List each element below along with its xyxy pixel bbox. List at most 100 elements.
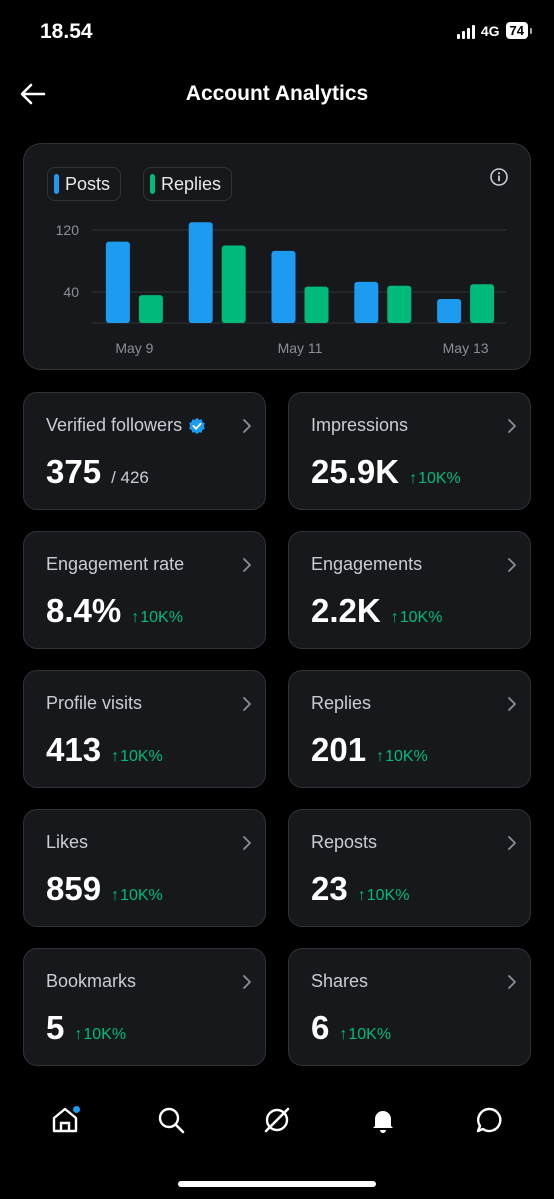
legend-posts[interactable]: Posts	[47, 167, 122, 201]
y-tick-label: 40	[63, 284, 79, 300]
metric-value: 859	[46, 870, 102, 907]
legend-replies[interactable]: Replies	[143, 167, 233, 201]
network-type: 4G	[480, 22, 500, 39]
metric-value-row: 859 ↑ 10K%	[46, 870, 163, 908]
status-bar: 18.54 4G 74	[0, 0, 554, 64]
metric-label: Engagement rate	[46, 554, 184, 575]
x-tick-label: May 13	[443, 340, 489, 356]
chevron-right-icon	[508, 975, 516, 989]
metric-total: / 426	[111, 468, 149, 487]
search-icon	[158, 1107, 185, 1134]
metric-change: ↑ 10K%	[391, 609, 443, 627]
metric-change-value: 10K%	[348, 1026, 392, 1043]
metric-label-text: Likes	[46, 832, 89, 852]
metric-card-profile-visits[interactable]: Profile visits 413 ↑ 10K%	[23, 670, 266, 788]
metric-value-row: 25.9K ↑ 10K%	[311, 453, 461, 491]
metric-change: ↑ 10K%	[131, 609, 183, 627]
bar-posts-1[interactable]	[188, 222, 213, 323]
metric-value-row: 413 ↑ 10K%	[46, 731, 163, 769]
arrow-up-icon: ↑	[111, 748, 120, 765]
nav-search[interactable]	[149, 1098, 193, 1142]
page-title: Account Analytics	[185, 82, 369, 105]
messages-icon	[476, 1107, 502, 1133]
legend-posts-label: Posts	[65, 173, 111, 194]
info-icon[interactable]	[488, 166, 510, 188]
chevron-right-icon	[508, 697, 516, 711]
chevron-right-icon	[243, 975, 251, 989]
metric-value-row: 2.2K ↑ 10K%	[311, 592, 442, 630]
metric-card-engagements[interactable]: Engagements 2.2K ↑ 10K%	[288, 531, 531, 649]
notifications-icon	[373, 1111, 393, 1133]
metric-change: ↑ 10K%	[376, 748, 428, 766]
chart-legend: Posts Replies	[47, 167, 233, 201]
metric-change: ↑ 10K%	[339, 1026, 391, 1044]
chevron-right-icon	[243, 558, 251, 572]
bar-posts-3[interactable]	[354, 281, 379, 323]
bar-replies-3[interactable]	[387, 285, 412, 323]
arrow-up-icon: ↑	[131, 609, 140, 626]
metric-label: Verified followers	[46, 415, 206, 436]
chevron-right-icon	[508, 558, 516, 572]
legend-replies-swatch	[150, 174, 156, 194]
metric-label: Reposts	[311, 832, 377, 853]
home-indicator[interactable]	[178, 1181, 376, 1187]
chevron-right-icon	[243, 419, 251, 433]
metric-change-value: 10K%	[385, 748, 428, 765]
metric-card-reposts[interactable]: Reposts 23 ↑ 10K%	[288, 809, 531, 927]
metric-label: Shares	[311, 971, 368, 992]
legend-replies-label: Replies	[161, 173, 222, 194]
metric-value: 8.4%	[46, 592, 122, 629]
arrow-up-icon: ↑	[357, 887, 366, 904]
arrow-up-icon: ↑	[74, 1026, 83, 1043]
metric-card-impressions[interactable]: Impressions 25.9K ↑ 10K%	[288, 392, 531, 510]
metric-value: 23	[311, 870, 348, 907]
metric-change-value: 10K%	[120, 748, 163, 765]
arrow-up-icon: ↑	[390, 609, 399, 626]
nav-grok[interactable]	[255, 1098, 299, 1142]
metric-label-text: Shares	[311, 971, 369, 991]
bar-posts-0[interactable]	[105, 241, 130, 323]
metric-card-bookmarks[interactable]: Bookmarks 5 ↑ 10K%	[23, 948, 266, 1066]
bar-replies-0[interactable]	[138, 295, 163, 323]
metric-value: 6	[311, 1009, 330, 1046]
metric-card-verified-followers[interactable]: Verified followers 375 / 426	[23, 392, 266, 510]
metric-card-engagement-rate[interactable]: Engagement rate 8.4% ↑ 10K%	[23, 531, 266, 649]
status-indicators: 4G 74	[456, 22, 533, 39]
metric-value-row: 23 ↑ 10K%	[311, 870, 409, 908]
bar-replies-1[interactable]	[221, 245, 246, 324]
metric-change: ↑ 10K%	[74, 1026, 126, 1044]
metric-card-likes[interactable]: Likes 859 ↑ 10K%	[23, 809, 266, 927]
bar-posts-2[interactable]	[271, 250, 296, 323]
nav-messages[interactable]	[467, 1098, 511, 1142]
bar-posts-4[interactable]	[437, 298, 462, 323]
metric-label-text: Impressions	[311, 415, 409, 435]
metric-label-text: Replies	[311, 693, 372, 713]
metric-change: ↑ 10K%	[111, 887, 163, 905]
metric-change-value: 10K%	[399, 609, 443, 626]
metric-label-text: Engagements	[311, 554, 423, 574]
legend-posts-swatch	[54, 174, 59, 194]
metric-card-shares[interactable]: Shares 6 ↑ 10K%	[288, 948, 531, 1066]
chevron-right-icon	[508, 419, 516, 433]
metric-value: 2.2K	[311, 592, 381, 629]
grok-icon	[264, 1107, 290, 1133]
verified-badge-icon	[189, 417, 205, 434]
metric-card-replies[interactable]: Replies 201 ↑ 10K%	[288, 670, 531, 788]
metric-label-text: Bookmarks	[46, 971, 137, 991]
x-tick-label: May 9	[115, 340, 153, 356]
nav-home[interactable]	[43, 1098, 87, 1142]
header: Account Analytics	[0, 70, 554, 118]
metric-label: Profile visits	[46, 693, 142, 714]
metric-label: Likes	[46, 832, 88, 853]
metric-label-text: Engagement rate	[46, 554, 185, 574]
bar-replies-4[interactable]	[470, 284, 495, 323]
metric-value: 413	[46, 731, 102, 768]
bar-replies-2[interactable]	[304, 286, 329, 323]
battery-icon: 74	[505, 22, 533, 39]
metric-label: Replies	[311, 693, 371, 714]
metric-change-value: 10K%	[120, 887, 163, 904]
metric-change-value: 10K%	[366, 887, 410, 904]
metric-value: 375	[46, 453, 102, 490]
nav-notifications[interactable]	[361, 1098, 405, 1142]
chart-card: 40 120 May 9 May 11 May 13 Posts Replies	[23, 143, 531, 370]
